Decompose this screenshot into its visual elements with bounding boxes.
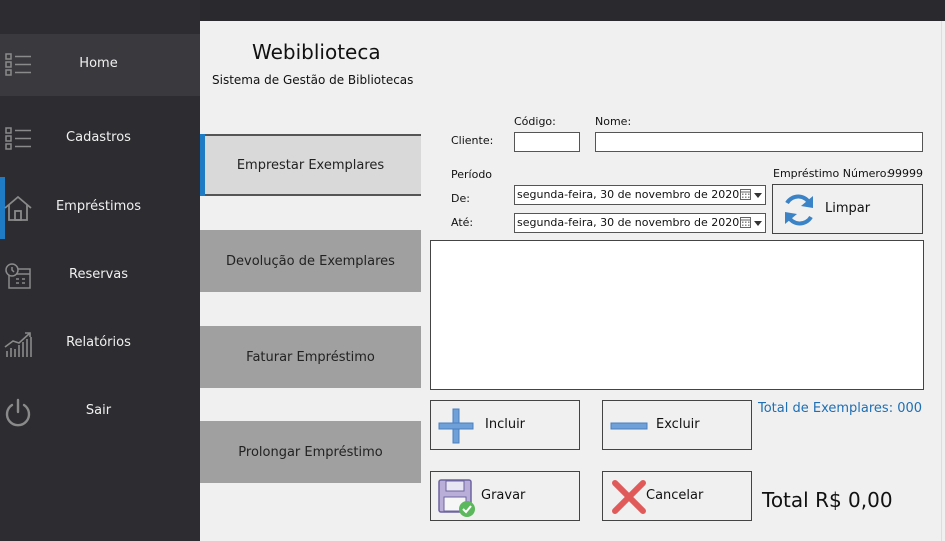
periodo-label: Período (451, 168, 493, 181)
devolucao-exemplares-button[interactable]: Devolução de Exemplares (200, 230, 421, 292)
save-icon (438, 479, 475, 517)
sidebar-item-reservas[interactable]: Reservas (0, 245, 200, 307)
sidebar-item-label: Cadastros (66, 130, 131, 145)
close-icon (612, 480, 646, 514)
sidebar-item-emprestimos[interactable]: Empréstimos (0, 177, 200, 239)
gravar-button[interactable]: Gravar (430, 471, 580, 521)
calendar-icon (740, 217, 751, 228)
codigo-field[interactable] (514, 132, 580, 152)
sidebar-item-cadastros[interactable]: Cadastros (0, 108, 200, 170)
incluir-button[interactable]: Incluir (430, 400, 580, 450)
de-date-picker[interactable]: segunda-feira, 30 de novembro de 2020 (514, 185, 766, 205)
button-label: Excluir (656, 417, 700, 432)
button-label: Prolongar Empréstimo (238, 444, 383, 460)
emprestimo-numero-value: 99999 (888, 167, 923, 180)
chevron-down-icon[interactable] (754, 193, 762, 198)
cliente-label: Cliente: (451, 134, 494, 147)
sidebar-item-label: Home (79, 56, 118, 71)
total-exemplares: Total de Exemplares: 000 (758, 401, 923, 416)
excluir-button[interactable]: Excluir (602, 400, 752, 450)
emprestimo-numero-label: Empréstimo Número: (773, 167, 891, 180)
button-label: Devolução de Exemplares (226, 253, 395, 269)
sidebar-item-label: Relatórios (66, 335, 131, 350)
app-subtitle: Sistema de Gestão de Bibliotecas (212, 73, 414, 87)
calendar-icon (740, 189, 751, 200)
plus-icon (438, 408, 474, 444)
codigo-label: Código: (514, 115, 556, 128)
button-label: Cancelar (646, 488, 704, 503)
button-label: Faturar Empréstimo (246, 349, 375, 365)
minus-icon (610, 422, 648, 430)
sidebar-item-label: Reservas (69, 267, 128, 282)
sidebar: Home Cadastros Empréstimos Reservas Rela… (0, 0, 200, 541)
total-valor: Total R$ 0,00 (762, 488, 893, 512)
sidebar-item-sair[interactable]: Sair (0, 381, 200, 443)
ate-date-value: segunda-feira, 30 de novembro de 2020 (517, 216, 740, 229)
chevron-down-icon[interactable] (754, 221, 762, 226)
sidebar-item-label: Empréstimos (55, 199, 142, 214)
cancelar-button[interactable]: Cancelar (602, 471, 752, 521)
button-label: Emprestar Exemplares (236, 157, 385, 173)
refresh-icon (785, 194, 813, 226)
button-label: Gravar (481, 488, 526, 503)
app-title: Webiblioteca (252, 40, 381, 64)
sidebar-item-home[interactable]: Home (0, 34, 200, 96)
de-date-value: segunda-feira, 30 de novembro de 2020 (517, 188, 740, 201)
sidebar-item-label: Sair (85, 403, 112, 418)
exemplares-list[interactable] (430, 240, 924, 390)
ate-label: Até: (451, 216, 474, 229)
prolongar-emprestimo-button[interactable]: Prolongar Empréstimo (200, 421, 421, 483)
emprestar-exemplares-button[interactable]: Emprestar Exemplares (200, 134, 421, 196)
nome-field[interactable] (595, 132, 923, 152)
nome-label: Nome: (595, 115, 632, 128)
active-indicator (200, 134, 205, 196)
button-label: Limpar (825, 201, 871, 216)
sidebar-item-relatorios[interactable]: Relatórios (0, 313, 200, 375)
faturar-emprestimo-button[interactable]: Faturar Empréstimo (200, 326, 421, 388)
button-label: Incluir (485, 417, 526, 432)
window-edge (941, 21, 945, 541)
ate-date-picker[interactable]: segunda-feira, 30 de novembro de 2020 (514, 213, 766, 233)
limpar-button[interactable]: Limpar (772, 184, 923, 234)
de-label: De: (451, 192, 470, 205)
